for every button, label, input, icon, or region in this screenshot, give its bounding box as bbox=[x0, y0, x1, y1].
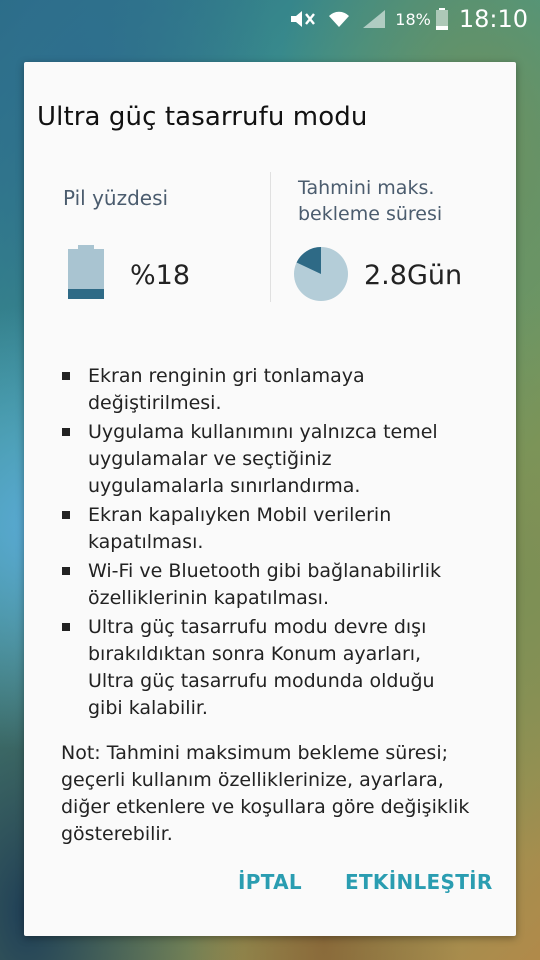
feature-line: Ekran kapalıyken Mobil verilerin bbox=[88, 504, 392, 526]
note-text: Not: Tahmini maksimum bekleme süresi; ge… bbox=[61, 740, 501, 848]
column-divider bbox=[270, 172, 271, 302]
list-item: Ultra güç tasarrufu modu devre dışı bırak… bbox=[60, 614, 490, 722]
feature-list: Ekran renginin gri tonlamaya değiştirilme… bbox=[60, 363, 490, 724]
feature-line: gibi kalabilir. bbox=[88, 697, 208, 719]
standby-value: 2.8Gün bbox=[364, 260, 463, 291]
battery-value: %18 bbox=[130, 260, 191, 291]
status-bar: 18% 18:10 bbox=[0, 0, 540, 38]
bullet bbox=[62, 428, 70, 436]
list-item: Ekran renginin gri tonlamaya değiştirilme… bbox=[60, 363, 490, 417]
wifi-icon bbox=[327, 9, 351, 29]
feature-line: Uygulama kullanımını yalnızca temel bbox=[88, 421, 438, 443]
battery-status-icon bbox=[435, 8, 449, 30]
bullet bbox=[62, 511, 70, 519]
list-item: Ekran kapalıyken Mobil verilerin kapatılm… bbox=[60, 502, 490, 556]
note-line: geçerli kullanım özelliklerinize, ayarla… bbox=[61, 769, 444, 791]
bullet bbox=[62, 623, 70, 631]
feature-line: Ultra güç tasarrufu modunda olduğu bbox=[88, 670, 435, 692]
standby-pie-icon bbox=[293, 246, 349, 306]
feature-line: bırakıldıktan sonra Konum ayarları, bbox=[88, 643, 422, 665]
battery-percent: 18% bbox=[395, 9, 431, 29]
standby-label-line: Tahmini maks. bbox=[298, 177, 435, 199]
feature-line: Ultra güç tasarrufu modu devre dışı bbox=[88, 616, 427, 638]
standby-time-label: Tahmini maks. bekleme süresi bbox=[298, 175, 442, 227]
list-item: Wi-Fi ve Bluetooth gibi bağlanabilirlik ö… bbox=[60, 558, 490, 612]
feature-line: Ekran renginin gri tonlamaya bbox=[88, 365, 365, 387]
cancel-button[interactable]: İPTAL bbox=[238, 870, 302, 894]
note-line: Not: Tahmini maksimum bekleme süresi; bbox=[61, 742, 449, 764]
feature-line: kapatılması. bbox=[88, 531, 204, 553]
note-line: gösterebilir. bbox=[61, 823, 173, 845]
battery-percent-label: Pil yüzdesi bbox=[63, 186, 169, 210]
standby-label-line: bekleme süresi bbox=[298, 203, 443, 225]
feature-line: özelliklerinin kapatılması. bbox=[88, 587, 329, 609]
bullet bbox=[62, 567, 70, 575]
bullet bbox=[62, 372, 70, 380]
enable-button[interactable]: ETKİNLEŞTİR bbox=[345, 870, 493, 894]
feature-line: Wi-Fi ve Bluetooth gibi bağlanabilirlik bbox=[88, 560, 441, 582]
feature-line: değiştirilmesi. bbox=[88, 392, 222, 414]
note-line: diğer etkenlere ve koşullara göre değişi… bbox=[61, 796, 470, 818]
feature-line: uygulamalarla sınırlandırma. bbox=[88, 475, 361, 497]
feature-line: uygulamalar ve seçtiğiniz bbox=[88, 448, 332, 470]
mute-icon bbox=[287, 8, 317, 30]
signal-icon bbox=[361, 8, 387, 30]
battery-icon bbox=[68, 245, 104, 303]
dialog-title: Ultra güç tasarrufu modu bbox=[37, 102, 368, 132]
list-item: Uygulama kullanımını yalnızca temel uygul… bbox=[60, 419, 490, 500]
clock: 18:10 bbox=[458, 5, 528, 33]
